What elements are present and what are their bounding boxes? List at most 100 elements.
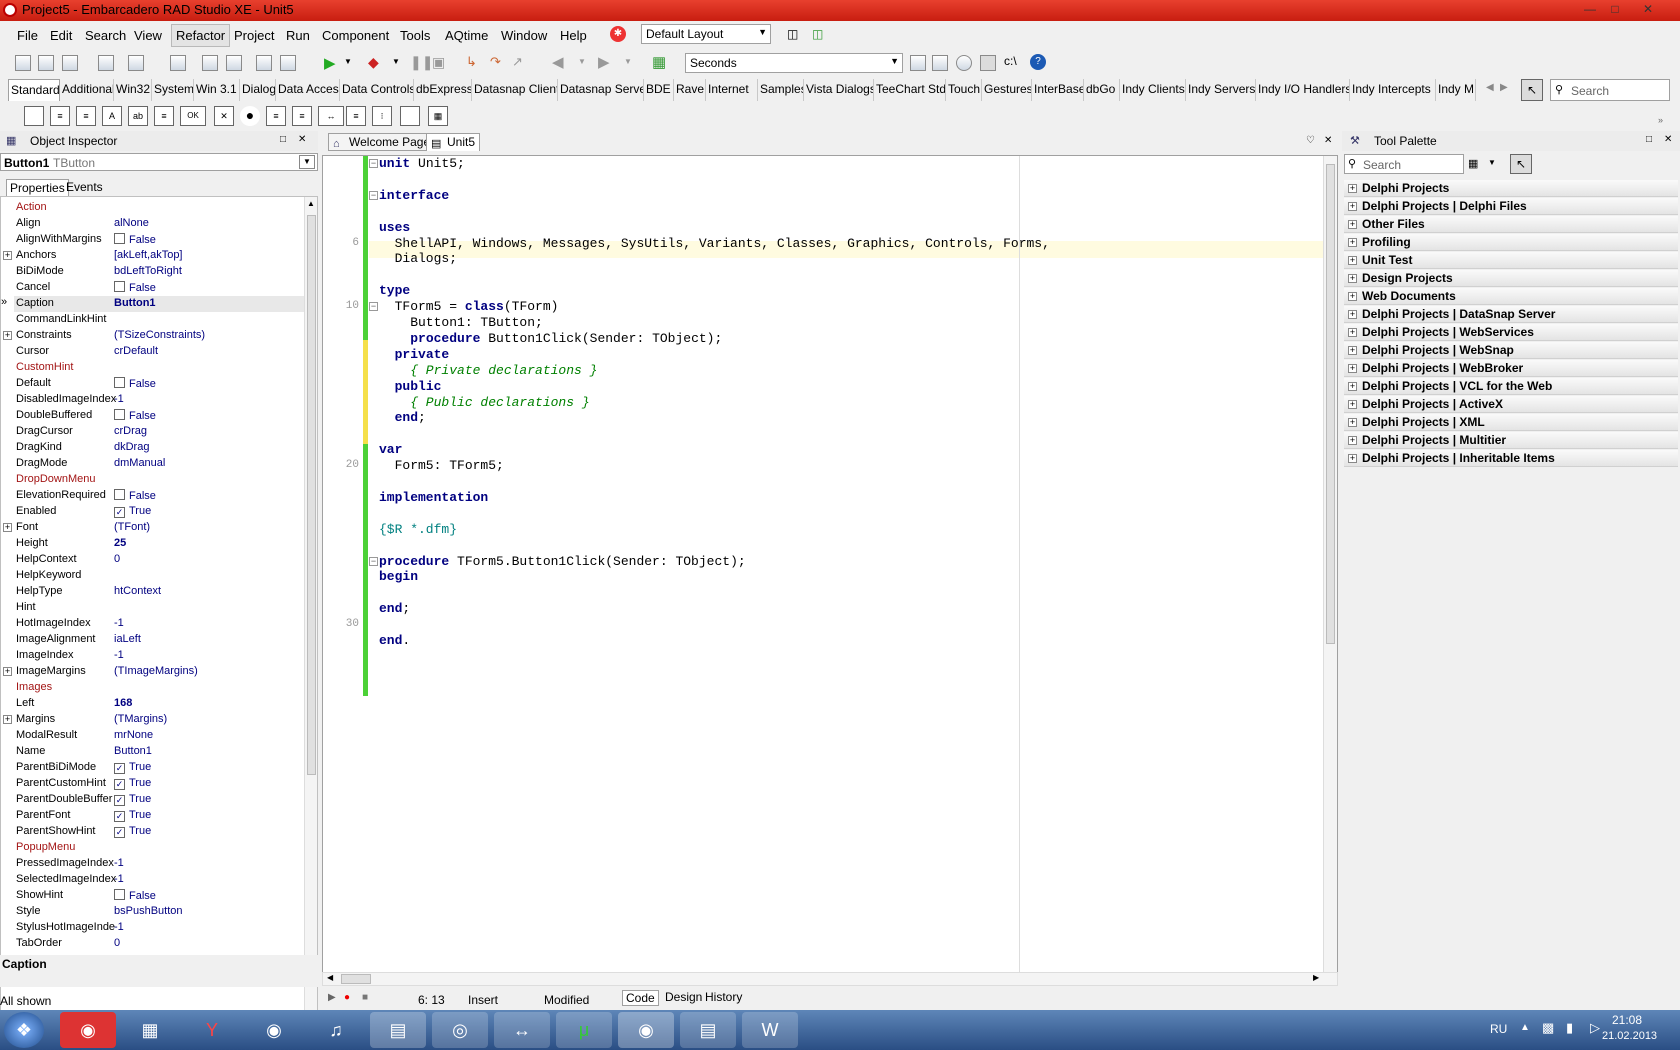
tab-code[interactable]: Code xyxy=(622,990,659,1006)
editor-hscrollbar[interactable]: ◀ ▶ xyxy=(322,972,1338,986)
frames-icon[interactable] xyxy=(24,106,44,126)
code-line[interactable]: { Public declarations } xyxy=(379,395,589,410)
palette-category[interactable]: + Delphi Projects | ActiveX xyxy=(1344,396,1678,413)
code-line[interactable]: procedure TForm5.Button1Click(Sender: TO… xyxy=(379,554,746,569)
palette-category[interactable]: + Delphi Projects | WebSnap xyxy=(1344,342,1678,359)
expand-icon[interactable]: + xyxy=(3,251,12,260)
property-row[interactable]: + Anchors [akLeft,akTop] xyxy=(3,248,304,264)
network-icon[interactable]: ▩ xyxy=(1542,1020,1554,1036)
debug-icon[interactable]: ◆ xyxy=(368,54,379,71)
radiogroup-icon[interactable]: ⁝ xyxy=(372,106,392,126)
component-tab[interactable]: Gestures xyxy=(982,79,1032,101)
edit-icon[interactable]: ab xyxy=(128,106,148,126)
property-value[interactable]: -1 xyxy=(114,857,294,869)
maximize-button[interactable]: □ xyxy=(1603,1,1627,19)
signal-icon[interactable]: ▮ xyxy=(1566,1020,1573,1036)
scrollbar-thumb[interactable] xyxy=(341,974,371,984)
close-file-icon[interactable] xyxy=(226,55,242,71)
back-icon[interactable]: ◀ xyxy=(552,53,564,71)
palette-category[interactable]: + Other Files xyxy=(1344,216,1678,233)
component-tab[interactable]: Indy I/O Handlers xyxy=(1256,79,1350,101)
new-icon[interactable] xyxy=(15,55,31,71)
pause-icon[interactable]: ❚❚ xyxy=(410,54,433,71)
property-value[interactable]: bdLeftToRight xyxy=(114,265,294,277)
expand-icon[interactable]: + xyxy=(1348,184,1357,193)
component-tab[interactable]: Additional xyxy=(60,79,114,101)
property-value[interactable]: ✓ True xyxy=(114,809,294,822)
close-tab-icon[interactable]: ✕ xyxy=(1324,135,1332,146)
menu-refactor[interactable]: Refactor xyxy=(171,24,231,47)
property-value[interactable]: crDefault xyxy=(114,345,294,357)
property-row[interactable]: Images xyxy=(14,680,304,696)
language-indicator[interactable]: RU xyxy=(1490,1022,1507,1036)
property-value[interactable]: crDrag xyxy=(114,425,294,437)
chevron-down-icon[interactable]: ▼ xyxy=(1488,158,1496,167)
start-button[interactable]: ❖ xyxy=(4,1012,44,1048)
fold-toggle-icon[interactable]: − xyxy=(369,556,378,566)
expand-icon[interactable]: + xyxy=(1348,436,1357,445)
property-row[interactable]: ParentDoubleBuffer ✓ True xyxy=(14,792,304,808)
tab-properties[interactable]: Properties xyxy=(6,179,69,197)
menu-edit[interactable]: Edit xyxy=(50,28,72,43)
property-value[interactable]: (TSizeConstraints) xyxy=(114,329,294,341)
palette-category[interactable]: + Delphi Projects xyxy=(1344,180,1678,197)
code-line[interactable]: end; xyxy=(379,410,426,425)
open-project-icon[interactable] xyxy=(62,55,78,71)
menu-component[interactable]: Component xyxy=(322,28,389,43)
expand-icon[interactable]: + xyxy=(1348,382,1357,391)
code-line[interactable]: {$R *.dfm} xyxy=(379,522,457,537)
property-value[interactable]: False xyxy=(114,377,294,390)
property-value[interactable]: dkDrag xyxy=(114,441,294,453)
open-icon[interactable] xyxy=(38,55,54,71)
property-row[interactable]: SelectedImageIndex -1 xyxy=(14,872,304,888)
property-checkbox[interactable]: ✓ xyxy=(114,763,125,774)
property-value[interactable]: ✓ True xyxy=(114,505,294,518)
menu-window[interactable]: Window xyxy=(501,28,547,43)
help-online-icon[interactable]: ✱ xyxy=(610,26,626,42)
component-tab[interactable]: Rave xyxy=(674,79,706,101)
book-icon[interactable]: ▦ xyxy=(652,53,666,71)
expand-icon[interactable]: + xyxy=(1348,364,1357,373)
code-line[interactable]: unit Unit5; xyxy=(379,156,465,171)
property-value[interactable]: 25 xyxy=(114,537,294,549)
taskbar-rad-studio-icon[interactable]: ◉ xyxy=(618,1012,674,1048)
property-row[interactable]: Cancel False xyxy=(14,280,304,296)
property-row[interactable]: BiDiMode bdLeftToRight xyxy=(14,264,304,280)
property-row[interactable]: DoubleBuffered False xyxy=(14,408,304,424)
expand-icon[interactable]: + xyxy=(1348,310,1357,319)
save-all-icon[interactable] xyxy=(202,55,218,71)
pointer-icon[interactable]: ↖ xyxy=(1510,154,1532,174)
property-value[interactable]: Button1 xyxy=(114,297,294,309)
clock-date[interactable]: 21.02.2013 xyxy=(1602,1030,1657,1042)
run-icon[interactable]: ▶ xyxy=(324,54,336,72)
expand-icon[interactable]: + xyxy=(1348,454,1357,463)
new-items-icon[interactable] xyxy=(98,55,114,71)
property-value[interactable]: (TFont) xyxy=(114,521,294,533)
property-row[interactable]: ParentCustomHint ✓ True xyxy=(14,776,304,792)
expand-icon[interactable]: + xyxy=(1348,202,1357,211)
expand-icon[interactable]: + xyxy=(1348,220,1357,229)
settings-icon[interactable] xyxy=(980,55,996,71)
close-button[interactable]: ✕ xyxy=(1628,1,1668,19)
property-row[interactable]: + Font (TFont) xyxy=(3,520,304,536)
component-tab[interactable]: dbGo xyxy=(1084,79,1120,101)
expand-icon[interactable]: + xyxy=(1348,292,1357,301)
property-row[interactable]: StylusHotImageInde -1 xyxy=(14,920,304,936)
taskbar-utorrent-icon[interactable]: μ xyxy=(556,1012,612,1048)
palette-category[interactable]: + Delphi Projects | Inheritable Items xyxy=(1344,450,1678,467)
property-row[interactable]: Action xyxy=(14,200,304,216)
property-row[interactable]: ModalResult mrNone xyxy=(14,728,304,744)
tab-design[interactable]: Design xyxy=(662,990,705,1004)
component-tab[interactable]: TeeChart Std xyxy=(874,79,946,101)
run-to-cursor-icon[interactable]: ↗ xyxy=(512,54,523,70)
scroll-right-icon[interactable]: ▶ xyxy=(1500,82,1508,93)
expand-icon[interactable]: + xyxy=(1348,274,1357,283)
property-value[interactable]: ✓ True xyxy=(114,825,294,838)
panel-icon[interactable] xyxy=(400,106,420,126)
palette-category[interactable]: + Web Documents xyxy=(1344,288,1678,305)
expand-icon[interactable]: + xyxy=(3,523,12,532)
editor-vscrollbar[interactable] xyxy=(1323,156,1337,974)
property-value[interactable]: alNone xyxy=(114,217,294,229)
property-checkbox[interactable] xyxy=(114,377,125,388)
code-line[interactable]: { Private declarations } xyxy=(379,363,597,378)
